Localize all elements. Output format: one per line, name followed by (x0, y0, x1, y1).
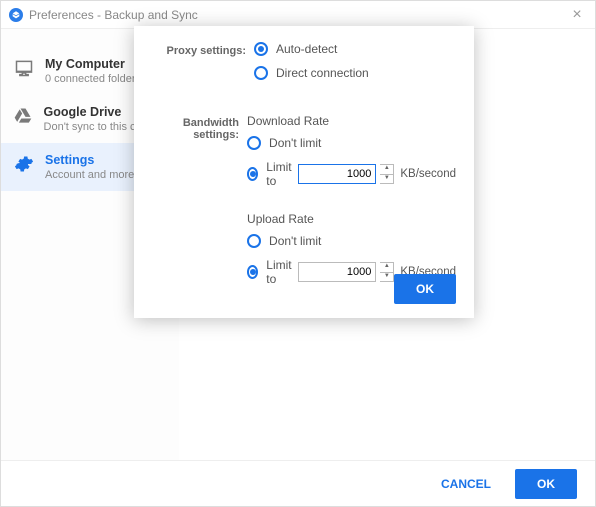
radio-icon[interactable] (247, 265, 258, 279)
sidebar-item-sub: Account and more (45, 169, 134, 181)
upload-spinner[interactable]: ▲▼ (380, 262, 394, 282)
network-settings-dialog: Proxy settings: Auto-detect Direct conne… (134, 26, 474, 318)
monitor-icon (13, 57, 35, 79)
radio-icon[interactable] (247, 167, 258, 181)
proxy-direct-option[interactable]: Direct connection (254, 66, 456, 80)
preferences-window: Preferences - Backup and Sync × My Compu… (0, 0, 596, 507)
radio-label: Direct connection (276, 66, 369, 80)
dialog-footer: OK (394, 274, 456, 304)
footer: CANCEL OK (1, 460, 595, 506)
radio-icon[interactable] (247, 136, 261, 150)
sidebar-item-title: My Computer (45, 57, 141, 71)
proxy-row: Proxy settings: Auto-detect Direct conne… (152, 42, 456, 90)
sidebar-item-title: Settings (45, 153, 134, 167)
proxy-auto-option[interactable]: Auto-detect (254, 42, 456, 56)
radio-icon[interactable] (254, 66, 268, 80)
app-icon (9, 8, 23, 22)
titlebar: Preferences - Backup and Sync × (1, 1, 595, 29)
download-spinner[interactable]: ▲▼ (380, 164, 394, 184)
upload-rate-title: Upload Rate (247, 212, 456, 226)
close-icon[interactable]: × (567, 5, 587, 25)
proxy-controls: Auto-detect Direct connection (254, 42, 456, 90)
download-dont-limit-option[interactable]: Don't limit (247, 136, 456, 150)
download-unit: KB/second (400, 168, 456, 180)
download-rate-title: Download Rate (247, 114, 456, 128)
bandwidth-controls: Download Rate Don't limit Limit to ▲▼ KB… (247, 114, 456, 296)
bandwidth-row: Bandwidth settings: Download Rate Don't … (152, 114, 456, 296)
bandwidth-label: Bandwidth settings: (152, 114, 247, 141)
spinner-down-icon[interactable]: ▼ (380, 175, 393, 184)
sidebar-item-sub: 0 connected folders (45, 73, 141, 85)
proxy-label: Proxy settings: (152, 42, 254, 57)
radio-icon[interactable] (254, 42, 268, 56)
spinner-up-icon[interactable]: ▲ (380, 263, 393, 273)
radio-label: Auto-detect (276, 42, 337, 56)
radio-label: Limit to (266, 160, 294, 188)
gear-icon (13, 153, 35, 175)
drive-icon (13, 105, 34, 127)
window-title: Preferences - Backup and Sync (29, 8, 567, 22)
dialog-ok-button[interactable]: OK (394, 274, 456, 304)
radio-label: Don't limit (269, 136, 321, 150)
cancel-button[interactable]: CANCEL (427, 469, 505, 499)
upload-dont-limit-option[interactable]: Don't limit (247, 234, 456, 248)
spinner-down-icon[interactable]: ▼ (380, 273, 393, 282)
download-limit-to-option[interactable]: Limit to ▲▼ KB/second (247, 160, 456, 188)
upload-limit-input[interactable] (298, 262, 376, 282)
radio-label: Don't limit (269, 234, 321, 248)
spinner-up-icon[interactable]: ▲ (380, 165, 393, 175)
download-limit-input[interactable] (298, 164, 376, 184)
ok-button[interactable]: OK (515, 469, 577, 499)
radio-icon[interactable] (247, 234, 261, 248)
radio-label: Limit to (266, 258, 294, 286)
